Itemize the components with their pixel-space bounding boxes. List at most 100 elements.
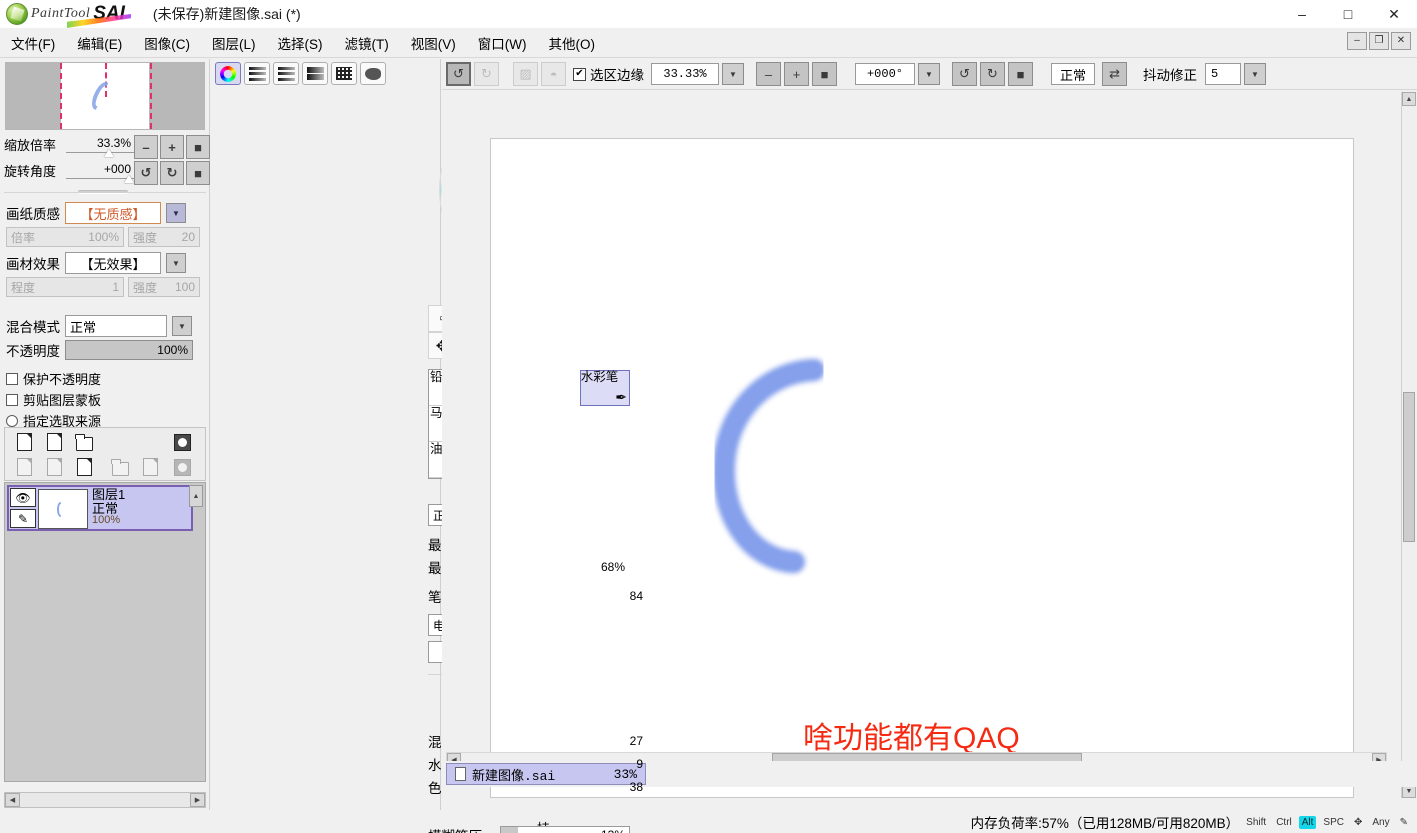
zoom-slider-thumb[interactable] [104, 148, 114, 157]
merge-down-button[interactable] [13, 456, 35, 478]
canvas-vscroll-thumb[interactable] [1403, 392, 1415, 542]
canvas-viewport[interactable]: 啥功能都有QAQ [446, 92, 1399, 820]
document-minimize-button[interactable]: – [1347, 32, 1367, 50]
palette-tab-swatches[interactable] [331, 62, 357, 85]
selection-edge-checkbox[interactable]: ✔ [573, 67, 586, 81]
selection-edge-toggle[interactable]: ✔ 选区边缘 [573, 64, 644, 84]
material-effect-dropdown-icon[interactable]: ▼ [166, 253, 186, 273]
brush-tool-watercolor[interactable]: 水彩笔 ✒ [579, 370, 630, 406]
paper-scale-value: 100% [88, 230, 119, 244]
menu-select[interactable]: 选择(S) [267, 29, 334, 57]
deselect-button[interactable]: ▨ [513, 62, 538, 86]
canvas-text-overlay: 啥功能都有QAQ [803, 722, 1020, 755]
canvas-flip-button[interactable]: ⇄ [1102, 62, 1128, 86]
invert-selection-button[interactable]: ◓ [541, 62, 566, 86]
document-restore-button[interactable]: ❐ [1369, 32, 1389, 50]
opacity-slider[interactable]: 100% [65, 340, 193, 360]
panel-resize-grip[interactable] [78, 190, 128, 194]
navigator-preview[interactable] [5, 62, 205, 130]
clear-layer-button[interactable] [73, 456, 95, 478]
zoom-reset-button[interactable]: ■ [186, 135, 210, 159]
layer-list-item[interactable]: 👁 ✎ 图层1 正常 100% [7, 485, 193, 531]
navigator-zoom-row[interactable]: 缩放倍率 33.3% [4, 133, 134, 157]
rotate-slider-thumb[interactable] [124, 174, 134, 183]
layer-thumbnail[interactable] [38, 489, 88, 529]
delete-layer-button[interactable] [109, 456, 131, 478]
canvas-toolbar: ↺ ↻ ▨ ◓ ✔ 选区边缘 33.33% ▼ – + ■ +000° ▼ ↺ … [442, 59, 1417, 90]
canvas-rotate-reset-button[interactable]: ■ [1008, 62, 1033, 86]
menu-file[interactable]: 文件(F) [0, 29, 66, 57]
canvas-rotate-dropdown-icon[interactable]: ▼ [918, 63, 940, 85]
canvas-zoom-in-button[interactable]: + [784, 62, 809, 86]
zoom-out-button[interactable]: – [134, 135, 158, 159]
new-folder-button[interactable] [73, 431, 95, 453]
opacity-value: 100% [157, 343, 188, 357]
navigator-rotate-row[interactable]: 旋转角度 +000 [4, 159, 134, 183]
layer-list-scroll-up[interactable]: ▲ [189, 485, 203, 507]
layer-select-pen-icon[interactable]: ✎ [10, 509, 36, 528]
menu-layer[interactable]: 图层(L) [201, 29, 267, 57]
rotate-reset-button[interactable]: ■ [186, 161, 210, 185]
menu-image[interactable]: 图像(C) [133, 29, 201, 57]
canvas-rotate-value[interactable]: +000° [855, 63, 915, 85]
palette-tab-hsv-sliders[interactable] [273, 62, 299, 85]
canvas-rotate-cw-button[interactable]: ↻ [980, 62, 1005, 86]
left-panel-scroll-right-icon[interactable]: ▶ [190, 793, 205, 807]
canvas-zoom-value[interactable]: 33.33% [651, 63, 719, 85]
preserve-opacity-checkbox[interactable] [6, 372, 18, 385]
add-layer-mask-button[interactable] [171, 431, 193, 453]
left-panel-hscrollbar[interactable]: ◀ ▶ [4, 792, 206, 808]
canvas-flip-label[interactable]: 正常 [1051, 63, 1096, 85]
canvas-zoom-fit-button[interactable]: ■ [812, 62, 837, 86]
new-layer-button[interactable] [13, 431, 35, 453]
rotate-cw-button[interactable]: ↻ [160, 161, 184, 185]
canvas-scroll-up-icon[interactable]: ▲ [1402, 92, 1416, 106]
undo-button[interactable]: ↺ [446, 62, 471, 86]
layer-visibility-icon[interactable]: 👁 [10, 488, 36, 507]
canvas-vertical-scrollbar[interactable]: ▲ ▼ [1401, 92, 1417, 798]
palette-tab-color-wheel[interactable] [215, 62, 241, 85]
new-linework-layer-button[interactable] [43, 431, 65, 453]
selection-source-radio[interactable] [6, 414, 18, 427]
menu-other[interactable]: 其他(O) [537, 29, 606, 57]
blend-mode-value[interactable]: 正常 [65, 315, 167, 337]
canvas-zoom-dropdown-icon[interactable]: ▼ [722, 63, 744, 85]
blend-mode-dropdown-icon[interactable]: ▼ [172, 316, 192, 336]
clipping-mask-checkbox[interactable] [6, 393, 18, 406]
stabilizer-dropdown-icon[interactable]: ▼ [1244, 63, 1267, 85]
document-close-button[interactable]: ✕ [1391, 32, 1411, 50]
window-maximize-button[interactable]: □ [1325, 0, 1371, 28]
preserve-opacity-row[interactable]: 保护不透明度 [6, 369, 101, 388]
canvas-zoom-out-button[interactable]: – [756, 62, 781, 86]
menu-view[interactable]: 视图(V) [400, 29, 467, 57]
palette-tab-rgb-sliders[interactable] [244, 62, 270, 85]
left-panel-scroll-left-icon[interactable]: ◀ [5, 793, 20, 807]
material-degree-label: 程度 [11, 280, 36, 295]
paper-texture-value[interactable]: 【无质感】 [65, 202, 161, 224]
rotate-slider[interactable]: +000 [66, 162, 134, 183]
menu-filter[interactable]: 滤镜(T) [334, 29, 400, 57]
window-minimize-button[interactable]: – [1279, 0, 1325, 28]
merge-set-button[interactable] [43, 456, 65, 478]
document-tab[interactable]: 新建图像.sai 33% [446, 763, 646, 785]
clipping-mask-row[interactable]: 剪贴图层蒙板 [6, 390, 101, 409]
redo-button[interactable]: ↻ [474, 62, 499, 86]
palette-tab-scratchpad[interactable] [360, 62, 386, 85]
tool-panel: ▫ ◌ ⚲ ✥ ⌕ Ω ✋ ⟋ ↰ 铅笔 ✏ 喷枪 ✸ 笔 🖌 [211, 59, 670, 833]
transfer-down-button[interactable] [139, 456, 161, 478]
window-close-button[interactable]: ✕ [1371, 0, 1417, 28]
canvas-document[interactable]: 啥功能都有QAQ [490, 138, 1354, 798]
stabilizer-value[interactable]: 5 [1205, 63, 1242, 85]
canvas-rotate-ccw-button[interactable]: ↺ [952, 62, 977, 86]
material-effect-value[interactable]: 【无效果】 [65, 252, 161, 274]
rotate-ccw-button[interactable]: ↺ [134, 161, 158, 185]
layer-list[interactable]: 👁 ✎ 图层1 正常 100% ▲ [4, 482, 206, 782]
menu-edit[interactable]: 编辑(E) [66, 29, 133, 57]
zoom-slider[interactable]: 33.3% [66, 136, 134, 157]
menu-window[interactable]: 窗口(W) [467, 29, 538, 57]
apply-mask-button[interactable] [171, 456, 193, 478]
zoom-in-button[interactable]: + [160, 135, 184, 159]
paper-texture-dropdown-icon[interactable]: ▼ [166, 203, 186, 223]
palette-tab-color-mixer[interactable] [302, 62, 328, 85]
navigator-guide-center [105, 63, 107, 97]
